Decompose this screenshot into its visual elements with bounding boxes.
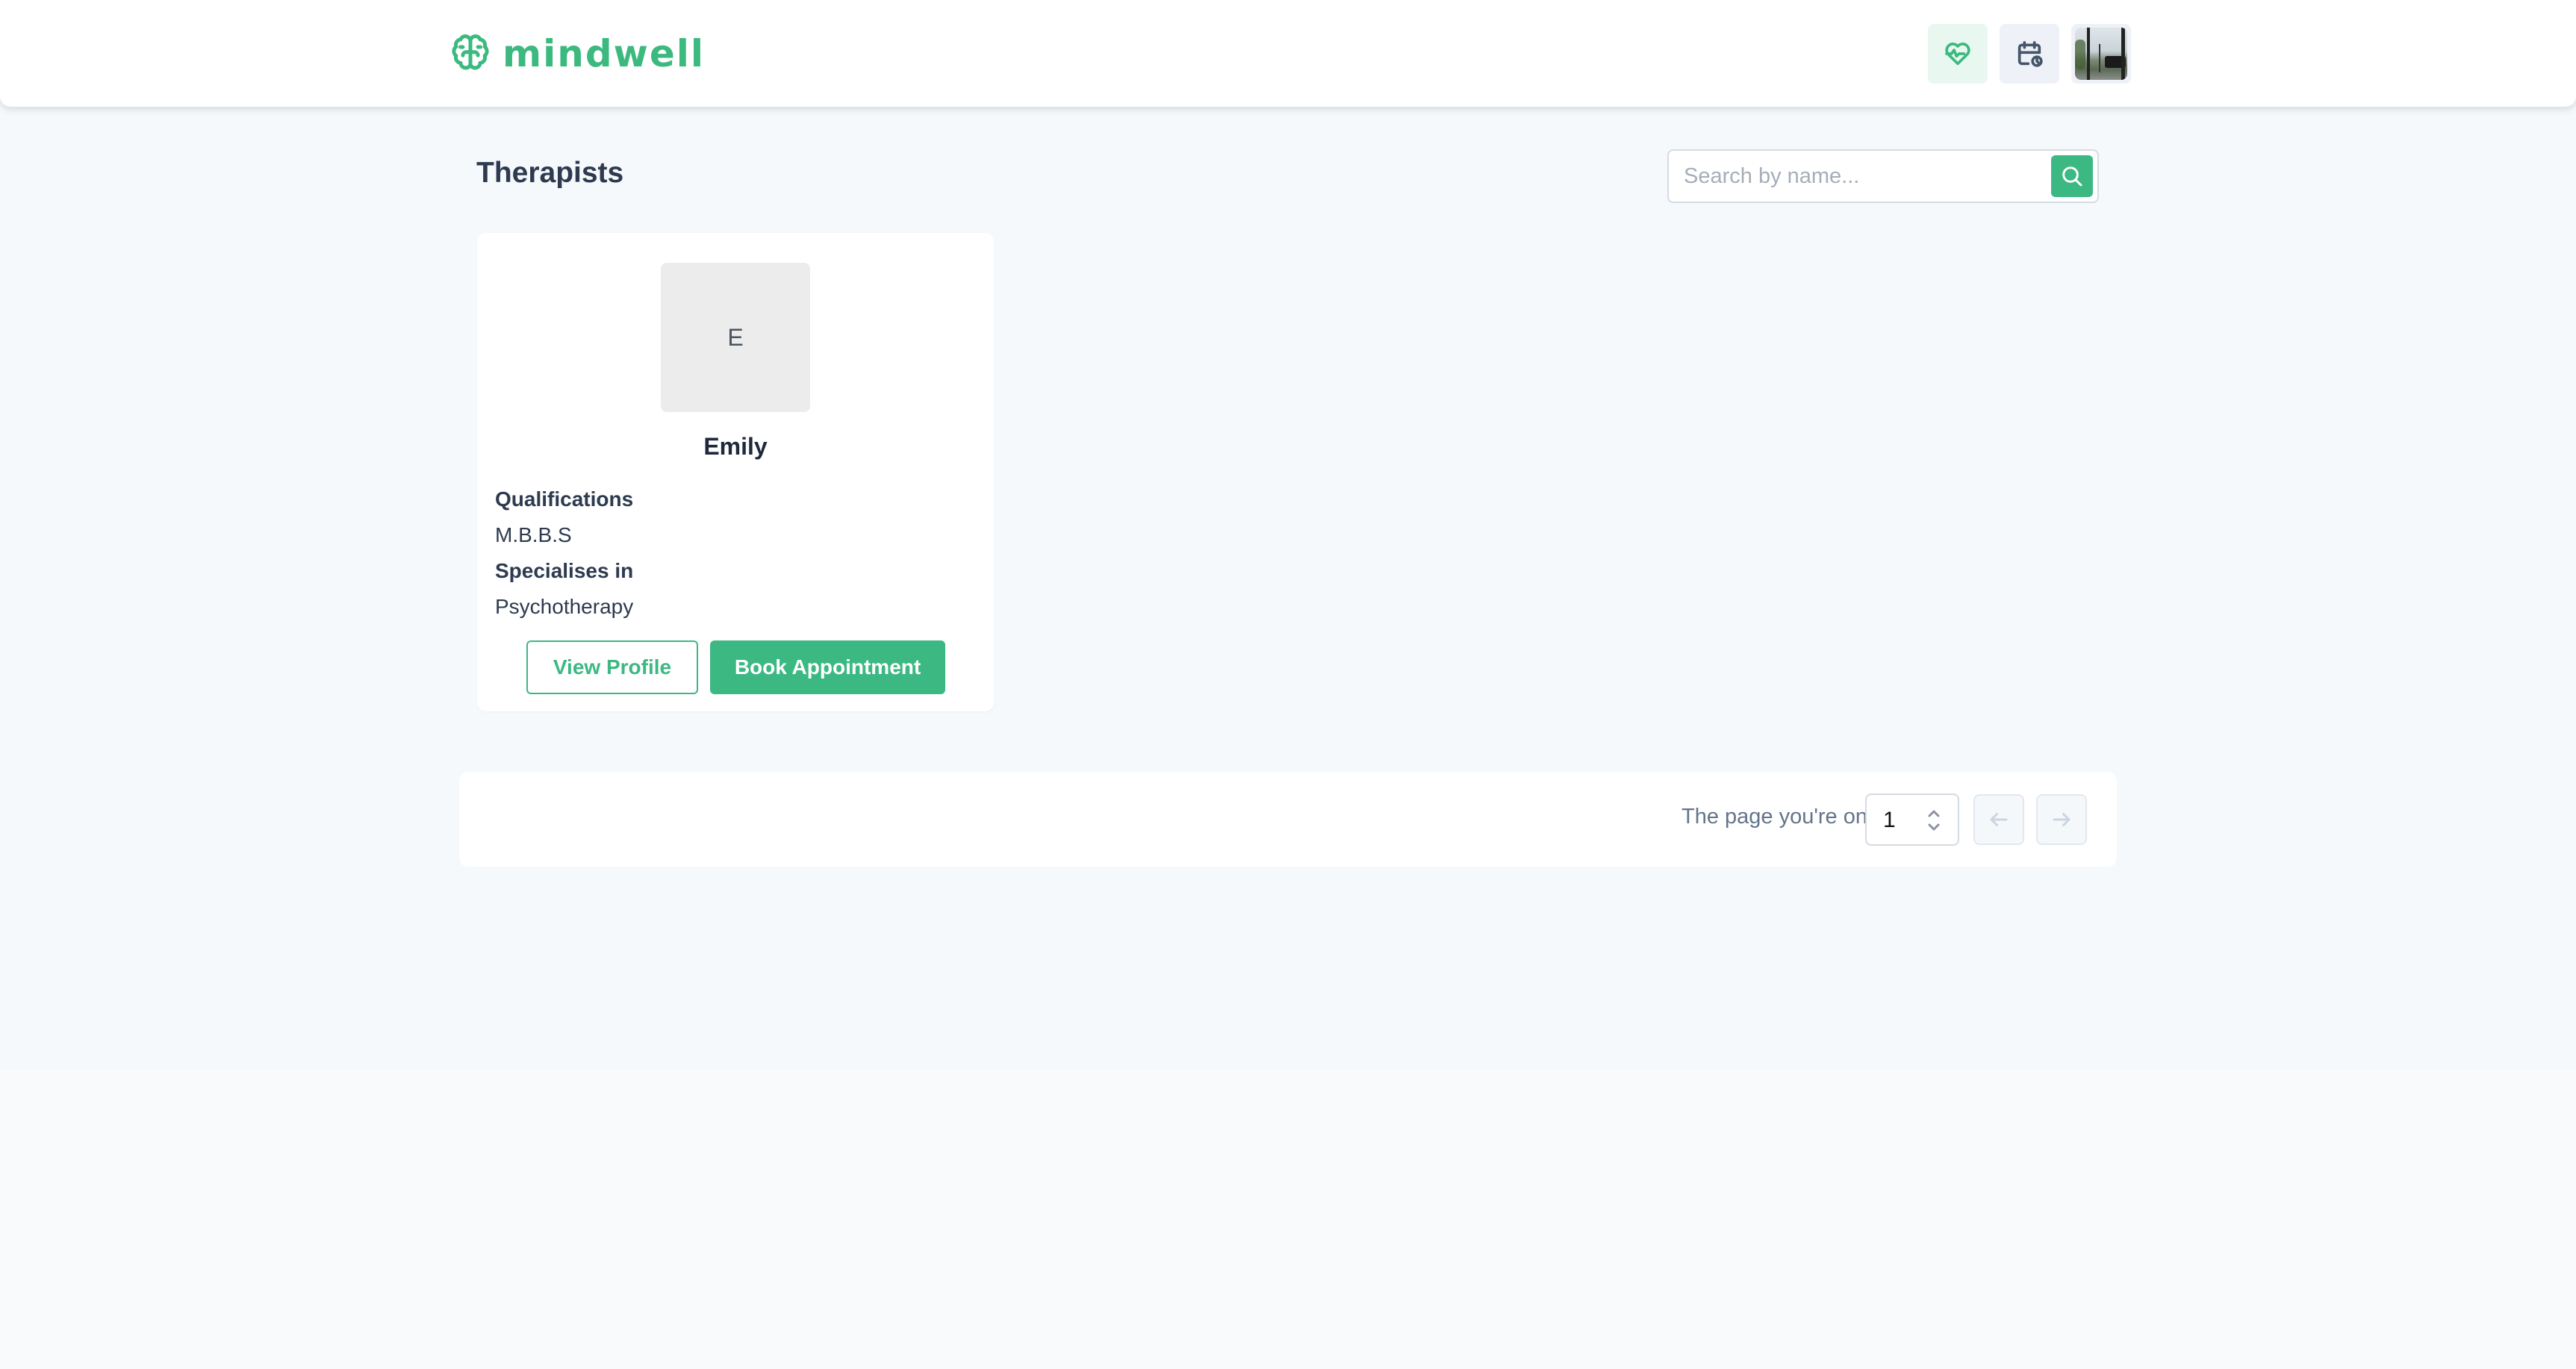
search-input[interactable] [1684,151,2050,202]
next-page-button[interactable] [2036,794,2087,845]
therapist-initial: E [727,323,744,351]
qualifications-label: Qualifications [495,487,634,511]
search-box [1667,149,2099,203]
therapist-card: E Emily Qualifications M.B.B.S Specialis… [477,233,994,711]
page-title: Therapists [476,157,624,189]
profile-avatar-button[interactable] [2071,24,2131,84]
appointments-button[interactable] [2000,24,2059,84]
heart-pulse-icon [1945,43,1970,66]
brand-logo[interactable]: mindwell [450,32,706,75]
view-profile-button[interactable]: View Profile [526,640,698,694]
therapist-photo-placeholder: E [661,263,810,412]
arrow-right-icon [2053,813,2071,826]
specialisation-label: Specialises in [495,559,634,582]
page-number-input[interactable]: 1 [1865,793,1959,846]
health-button[interactable] [1928,24,1988,84]
top-navbar: mindwell [0,0,2576,107]
page-label: The page you're on [1681,805,1867,829]
page-number-value: 1 [1883,808,1896,832]
book-appointment-button[interactable]: Book Appointment [710,640,945,694]
brain-icon [452,34,489,70]
brand-name: mindwell [503,32,706,75]
previous-page-button[interactable] [1973,794,2024,845]
calendar-clock-icon [2017,41,2043,67]
arrow-left-icon [1990,813,2008,826]
search-icon [2062,166,2082,187]
search-button[interactable] [2051,155,2093,197]
specialisation-value: Psychotherapy [495,595,634,618]
spinner-arrows-icon[interactable] [1926,807,1941,834]
user-avatar-photo [2075,28,2127,80]
qualifications-value: M.B.B.S [495,523,572,546]
pagination-bar: The page you're on 1 [459,772,2117,867]
therapist-name: Emily [703,433,768,460]
